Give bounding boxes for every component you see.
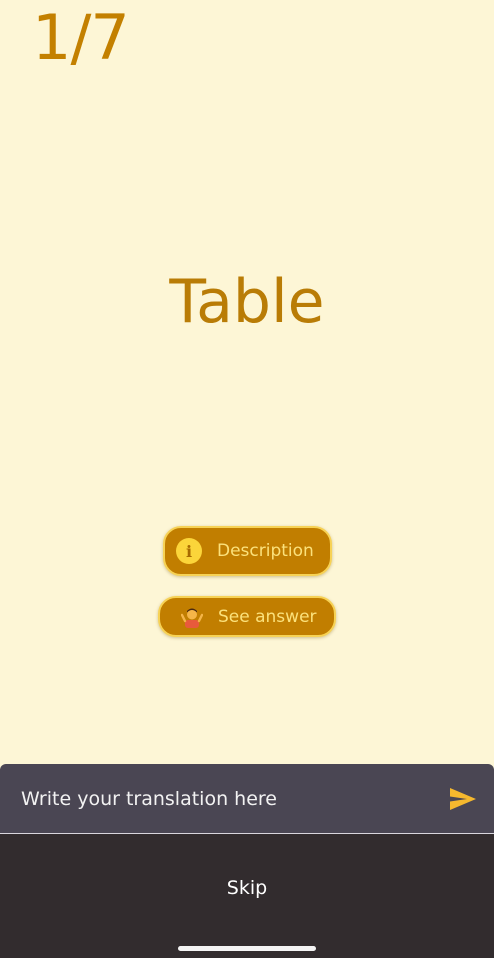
description-button[interactable]: i Description [163,526,332,576]
description-button-label: Description [217,541,314,561]
word-to-translate: Table [169,267,325,337]
see-answer-button[interactable]: See answer [158,596,336,637]
home-indicator[interactable] [178,946,316,951]
skip-button[interactable]: Skip [0,863,494,913]
translation-input-bar [0,764,494,833]
progress-counter: 1/7 [32,1,130,74]
send-icon[interactable] [447,783,479,815]
shrug-icon [181,606,203,628]
see-answer-button-label: See answer [218,606,317,627]
translation-input[interactable] [0,764,447,833]
info-icon: i [176,538,202,564]
bottom-bar: Skip [0,834,494,958]
